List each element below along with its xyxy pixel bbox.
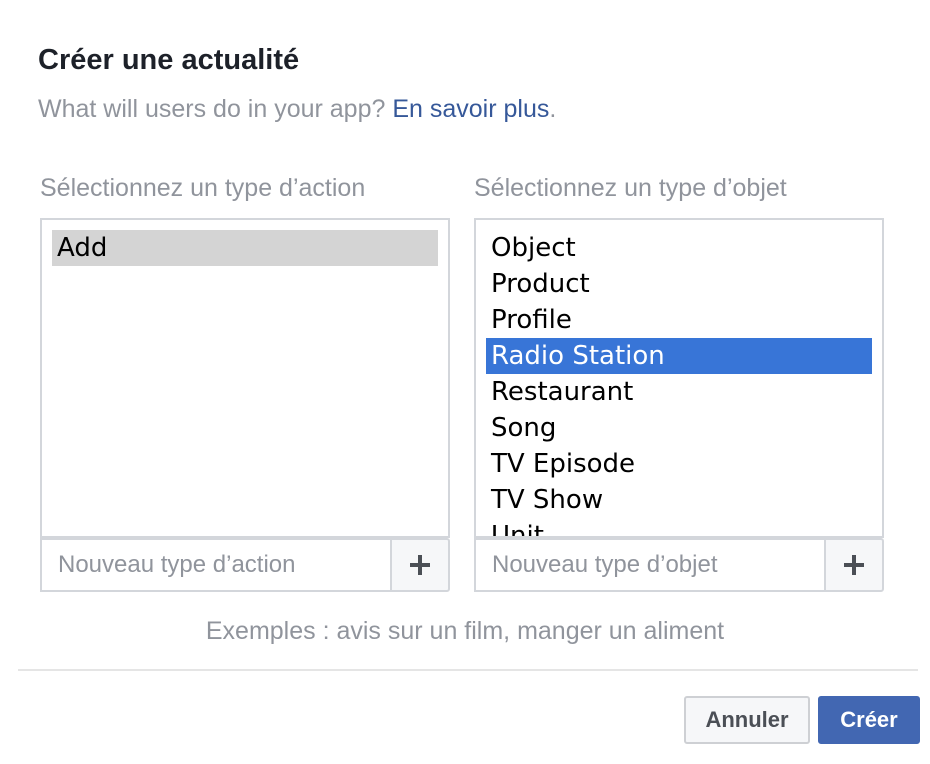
add-object-type-button[interactable] [824, 538, 884, 592]
object-type-options: Object Product Profile Radio Station Res… [486, 230, 872, 536]
plus-icon [410, 555, 430, 575]
object-option-product[interactable]: Product [486, 266, 872, 302]
dialog-title: Créer une actualité [38, 44, 300, 76]
object-option-profile[interactable]: Profile [486, 302, 872, 338]
object-type-list[interactable]: Object Product Profile Radio Station Res… [474, 218, 884, 538]
object-option-radio-station[interactable]: Radio Station [486, 338, 872, 374]
object-option-tv-show[interactable]: TV Show [486, 482, 872, 518]
examples-hint: Exemples : avis sur un film, manger un a… [205, 617, 725, 645]
object-option-tv-episode[interactable]: TV Episode [486, 446, 872, 482]
subtitle-text: What will users do in your app? [38, 95, 393, 123]
object-option-unit[interactable]: Unit [486, 518, 872, 536]
dialog-subtitle: What will users do in your app? En savoi… [38, 95, 556, 124]
new-object-type-input[interactable] [474, 538, 826, 592]
object-option-song[interactable]: Song [486, 410, 872, 446]
object-option-object[interactable]: Object [486, 230, 872, 266]
action-type-label: Sélectionnez un type d’action [40, 174, 366, 202]
action-type-list[interactable]: Add [40, 218, 450, 538]
create-button[interactable]: Créer [818, 696, 920, 744]
cancel-button[interactable]: Annuler [684, 696, 810, 744]
action-type-options: Add [52, 230, 438, 266]
object-type-label: Sélectionnez un type d’objet [474, 174, 787, 202]
object-option-restaurant[interactable]: Restaurant [486, 374, 872, 410]
add-action-type-button[interactable] [390, 538, 450, 592]
subtitle-period: . [549, 95, 557, 123]
footer-divider [18, 669, 918, 671]
new-action-type-input[interactable] [40, 538, 392, 592]
action-option-add[interactable]: Add [52, 230, 438, 266]
learn-more-link[interactable]: En savoir plus [392, 95, 549, 123]
plus-icon [844, 555, 864, 575]
